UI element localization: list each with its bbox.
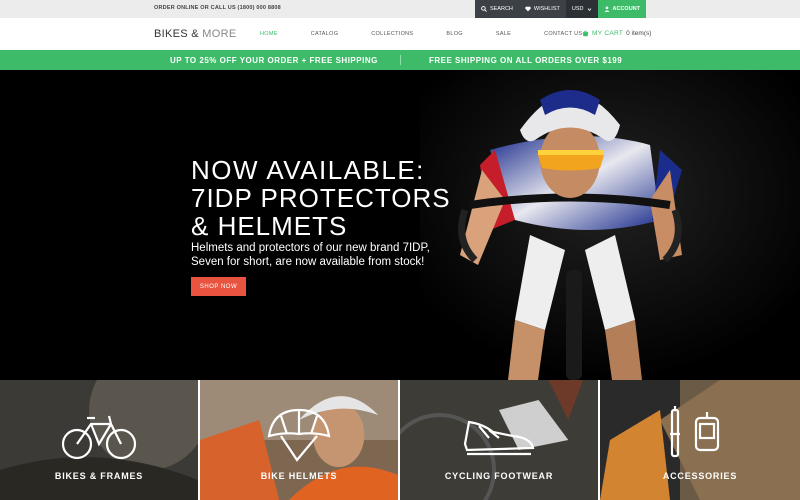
hero-cyclist-image (420, 70, 800, 380)
category-bikes-frames[interactable]: BIKES & FRAMES (0, 380, 200, 500)
chevron-down-icon (587, 7, 591, 11)
account-label: ACCOUNT (612, 6, 641, 12)
hero-description: Helmets and protectors of our new brand … (191, 242, 430, 268)
category-label: BIKE HELMETS (260, 471, 338, 481)
top-bar: ORDER ONLINE OR CALL US (1800) 000 8808 … (0, 0, 800, 18)
promo-shipping-text: FREE SHIPPING ON ALL ORDERS OVER $199 (429, 56, 623, 65)
category-label: BIKES & FRAMES (54, 471, 144, 481)
cart-button[interactable]: MY CART 0 item(s) (582, 30, 651, 37)
main-header: BIKES & MORE HOME CATALOG COLLECTIONS BL… (0, 18, 800, 50)
top-bar-actions: SEARCH WISHLIST USD ACCOUNT (474, 0, 646, 18)
hero-slider: NOW AVAILABLE: 7IDP PROTECTORS & HELMETS… (0, 70, 800, 380)
currency-value: USD (571, 6, 584, 12)
nav-contact-us[interactable]: CONTACT US (544, 31, 582, 37)
cart-count: 0 item(s) (626, 30, 652, 37)
site-logo[interactable]: BIKES & MORE (154, 28, 236, 40)
wishlist-button[interactable]: WISHLIST (518, 0, 566, 18)
bike-icon (61, 415, 137, 460)
category-bike-helmets[interactable]: BIKE HELMETS (200, 380, 400, 500)
wishlist-label: WISHLIST (533, 6, 560, 12)
category-cycling-footwear[interactable]: CYCLING FOOTWEAR (400, 380, 600, 500)
nav-blog[interactable]: BLOG (446, 31, 462, 37)
search-button[interactable]: SEARCH (474, 0, 519, 18)
cart-label: MY CART (592, 30, 624, 37)
nav-home[interactable]: HOME (260, 31, 278, 37)
category-grid: BIKES & FRAMES BIKE HELMETS CYCLING FOOT… (0, 380, 800, 500)
nav-collections[interactable]: COLLECTIONS (371, 31, 413, 37)
shoe-icon (463, 420, 535, 456)
accessories-icon (670, 406, 720, 458)
logo-main: BIKES & (154, 28, 199, 40)
search-label: SEARCH (489, 6, 513, 12)
account-button[interactable]: ACCOUNT (597, 0, 646, 18)
promo-divider (400, 55, 401, 65)
cart-icon (582, 30, 589, 37)
category-accessories[interactable]: ACCESSORIES (600, 380, 800, 500)
category-label: CYCLING FOOTWEAR (444, 471, 554, 481)
promo-discount-text: UP TO 25% OFF YOUR ORDER + FREE SHIPPING (170, 56, 378, 65)
heart-icon (525, 6, 531, 12)
logo-more: MORE (202, 28, 237, 40)
user-icon (604, 6, 609, 12)
shop-now-button[interactable]: SHOP NOW (191, 277, 246, 296)
currency-select[interactable]: USD (565, 0, 598, 18)
category-label: ACCESSORIES (662, 471, 738, 481)
helmet-icon (267, 408, 331, 462)
promo-banner: UP TO 25% OFF YOUR ORDER + FREE SHIPPING… (0, 50, 800, 70)
main-nav: HOME CATALOG COLLECTIONS BLOG SALE CONTA… (260, 31, 615, 37)
hero-title: 7IDP PROTECTORS & HELMETS (191, 183, 451, 241)
nav-catalog[interactable]: CATALOG (311, 31, 339, 37)
search-icon (481, 6, 487, 12)
nav-sale[interactable]: SALE (496, 31, 511, 37)
hero-pre-title: NOW AVAILABLE: (191, 155, 425, 185)
order-phone-text: ORDER ONLINE OR CALL US (1800) 000 8808 (154, 5, 281, 11)
